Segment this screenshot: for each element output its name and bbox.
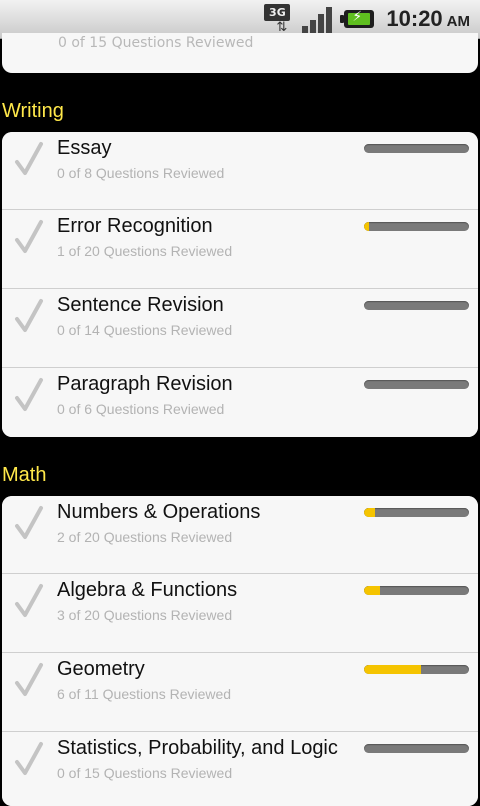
check-icon (15, 220, 43, 253)
signal-icon (302, 4, 334, 34)
progress-bar (364, 508, 469, 517)
topic-row-numbers-operations[interactable]: Numbers & Operations 2 of 20 Questions R… (2, 496, 478, 575)
progress-bar (364, 144, 469, 153)
check-icon (15, 742, 43, 775)
topic-progress-text: 1 of 20 Questions Reviewed (57, 243, 233, 259)
progress-bar (364, 380, 469, 389)
progress-bar (364, 744, 469, 753)
progress-bar (364, 222, 469, 231)
topic-row-statistics-probability-logic[interactable]: Statistics, Probability, and Logic 0 of … (2, 731, 478, 806)
topic-progress-text: 0 of 8 Questions Reviewed (57, 165, 225, 181)
check-icon (15, 584, 43, 617)
topic-row-error-recognition[interactable]: Error Recognition 1 of 20 Questions Revi… (2, 209, 478, 289)
check-icon (15, 299, 43, 332)
clock-time: 10:20 (386, 6, 443, 31)
topic-title: Statistics, Probability, and Logic (57, 737, 338, 759)
topic-title: Algebra & Functions (57, 579, 238, 601)
topic-progress-text: 3 of 20 Questions Reviewed (57, 607, 233, 623)
topic-title: Error Recognition (57, 215, 213, 237)
clock-ampm: AM (446, 13, 470, 30)
progress-bar (364, 665, 469, 674)
topic-row-paragraph-revision[interactable]: Paragraph Revision 0 of 6 Questions Revi… (2, 367, 478, 437)
previous-topic-card[interactable]: 0 of 15 Questions Reviewed (2, 33, 478, 73)
writing-topics-list: Essay 0 of 8 Questions Reviewed Error Re… (2, 132, 478, 437)
progress-fill (364, 586, 380, 595)
topic-title: Geometry (57, 658, 145, 680)
topic-progress-text: 0 of 15 Questions Reviewed (57, 765, 233, 781)
progress-bar (364, 301, 469, 310)
topic-row-geometry[interactable]: Geometry 6 of 11 Questions Reviewed (2, 652, 478, 732)
progress-fill (364, 222, 370, 231)
clock: 10:20 AM (386, 6, 470, 32)
check-icon (15, 378, 43, 411)
topic-title: Paragraph Revision (57, 373, 233, 395)
check-icon (15, 506, 43, 539)
topic-progress-text: 2 of 20 Questions Reviewed (57, 529, 233, 545)
check-icon (15, 142, 43, 175)
topic-row-essay[interactable]: Essay 0 of 8 Questions Reviewed (2, 132, 478, 211)
section-header-math: Math (0, 461, 480, 491)
section-header-writing: Writing (0, 97, 480, 127)
topic-title: Essay (57, 137, 112, 159)
battery-charging-icon: ⚡ (340, 9, 376, 28)
progress-fill (364, 665, 422, 674)
topic-progress-text: 0 of 14 Questions Reviewed (57, 322, 233, 338)
topic-progress-text: 6 of 11 Questions Reviewed (57, 686, 232, 702)
network-type-label: 3G (264, 4, 291, 21)
topic-row-sentence-revision[interactable]: Sentence Revision 0 of 14 Questions Revi… (2, 288, 478, 368)
topic-progress-text: 0 of 15 Questions Reviewed (58, 35, 254, 51)
3g-data-icon: 3G ⇅ (264, 3, 296, 35)
section-title: Writing (2, 100, 64, 122)
progress-bar (364, 586, 469, 595)
topic-progress-text: 0 of 6 Questions Reviewed (57, 401, 225, 417)
section-title: Math (2, 464, 47, 486)
math-topics-list: Numbers & Operations 2 of 20 Questions R… (2, 496, 478, 806)
topic-row-algebra-functions[interactable]: Algebra & Functions 3 of 20 Questions Re… (2, 573, 478, 653)
check-icon (15, 663, 43, 696)
progress-fill (364, 508, 375, 517)
topic-title: Sentence Revision (57, 294, 224, 316)
topic-title: Numbers & Operations (57, 501, 261, 523)
